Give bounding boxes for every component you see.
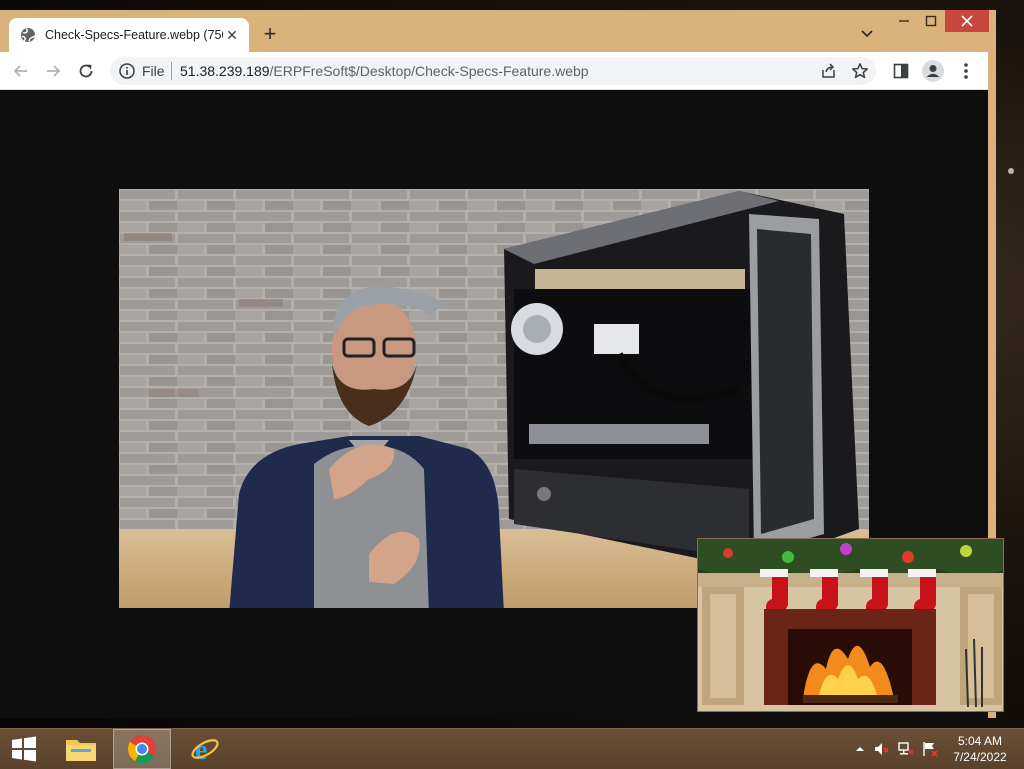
address-url[interactable]: 51.38.239.189/ERPFreSoft$/Desktop/Check-… [180, 63, 589, 79]
taskbar-internet-explorer[interactable]: e [182, 729, 228, 769]
menu-dots-icon[interactable] [955, 60, 977, 82]
address-bar[interactable]: File 51.38.239.189/ERPFreSoft$/Desktop/C… [110, 57, 876, 85]
taskbar-file-explorer[interactable] [58, 729, 104, 769]
taskbar-chrome[interactable] [113, 729, 171, 769]
close-window-button[interactable] [945, 10, 989, 32]
svg-text:e: e [195, 735, 207, 764]
new-tab-button[interactable]: + [259, 23, 281, 45]
side-panel-icon[interactable] [890, 60, 912, 82]
action-center-flag-icon[interactable] [922, 741, 938, 757]
chrome-icon [128, 735, 156, 763]
windows-logo-icon [12, 736, 36, 762]
network-icon[interactable] [898, 741, 914, 757]
clock-date: 7/24/2022 [953, 750, 1007, 764]
taskbar: e 5:04 AM 7/24/2022 [0, 728, 1024, 769]
browser-toolbar: File 51.38.239.189/ERPFreSoft$/Desktop/C… [0, 52, 988, 90]
volume-muted-icon[interactable] [873, 741, 889, 757]
title-bar: Check-Specs-Feature.webp (750 ✕ + [0, 10, 996, 52]
minimize-button[interactable] [893, 10, 915, 32]
system-clock[interactable]: 5:04 AM 7/24/2022 [944, 733, 1016, 765]
start-button[interactable] [0, 729, 48, 769]
url-host: 51.38.239.189 [180, 63, 270, 79]
tab-close-icon[interactable]: ✕ [223, 27, 241, 44]
folder-icon [66, 740, 96, 761]
show-hidden-icons-chevron[interactable] [852, 741, 868, 757]
man-illustration [229, 286, 504, 608]
fireplace-gadget[interactable] [697, 538, 1004, 712]
share-icon[interactable] [820, 62, 838, 80]
tab-search-chevron-icon[interactable] [858, 24, 876, 42]
scheme-label: File [142, 63, 165, 79]
maximize-button[interactable] [920, 10, 942, 32]
reload-icon[interactable] [75, 60, 97, 82]
star-icon[interactable] [851, 62, 869, 80]
clock-time: 5:04 AM [957, 734, 1003, 748]
url-path: /ERPFreSoft$/Desktop/Check-Specs-Feature… [269, 63, 589, 79]
profile-icon[interactable] [922, 60, 944, 82]
info-icon[interactable] [118, 62, 136, 80]
browser-tab[interactable]: Check-Specs-Feature.webp (750 ✕ [9, 18, 249, 52]
forward-arrow-icon[interactable] [42, 60, 64, 82]
tab-title: Check-Specs-Feature.webp (750 [45, 28, 223, 42]
star [1008, 168, 1014, 174]
back-arrow-icon[interactable] [10, 60, 32, 82]
globe-icon [19, 26, 37, 44]
internet-explorer-icon: e [191, 735, 219, 764]
address-divider [171, 62, 172, 80]
fireplace-illustration [698, 539, 1003, 711]
